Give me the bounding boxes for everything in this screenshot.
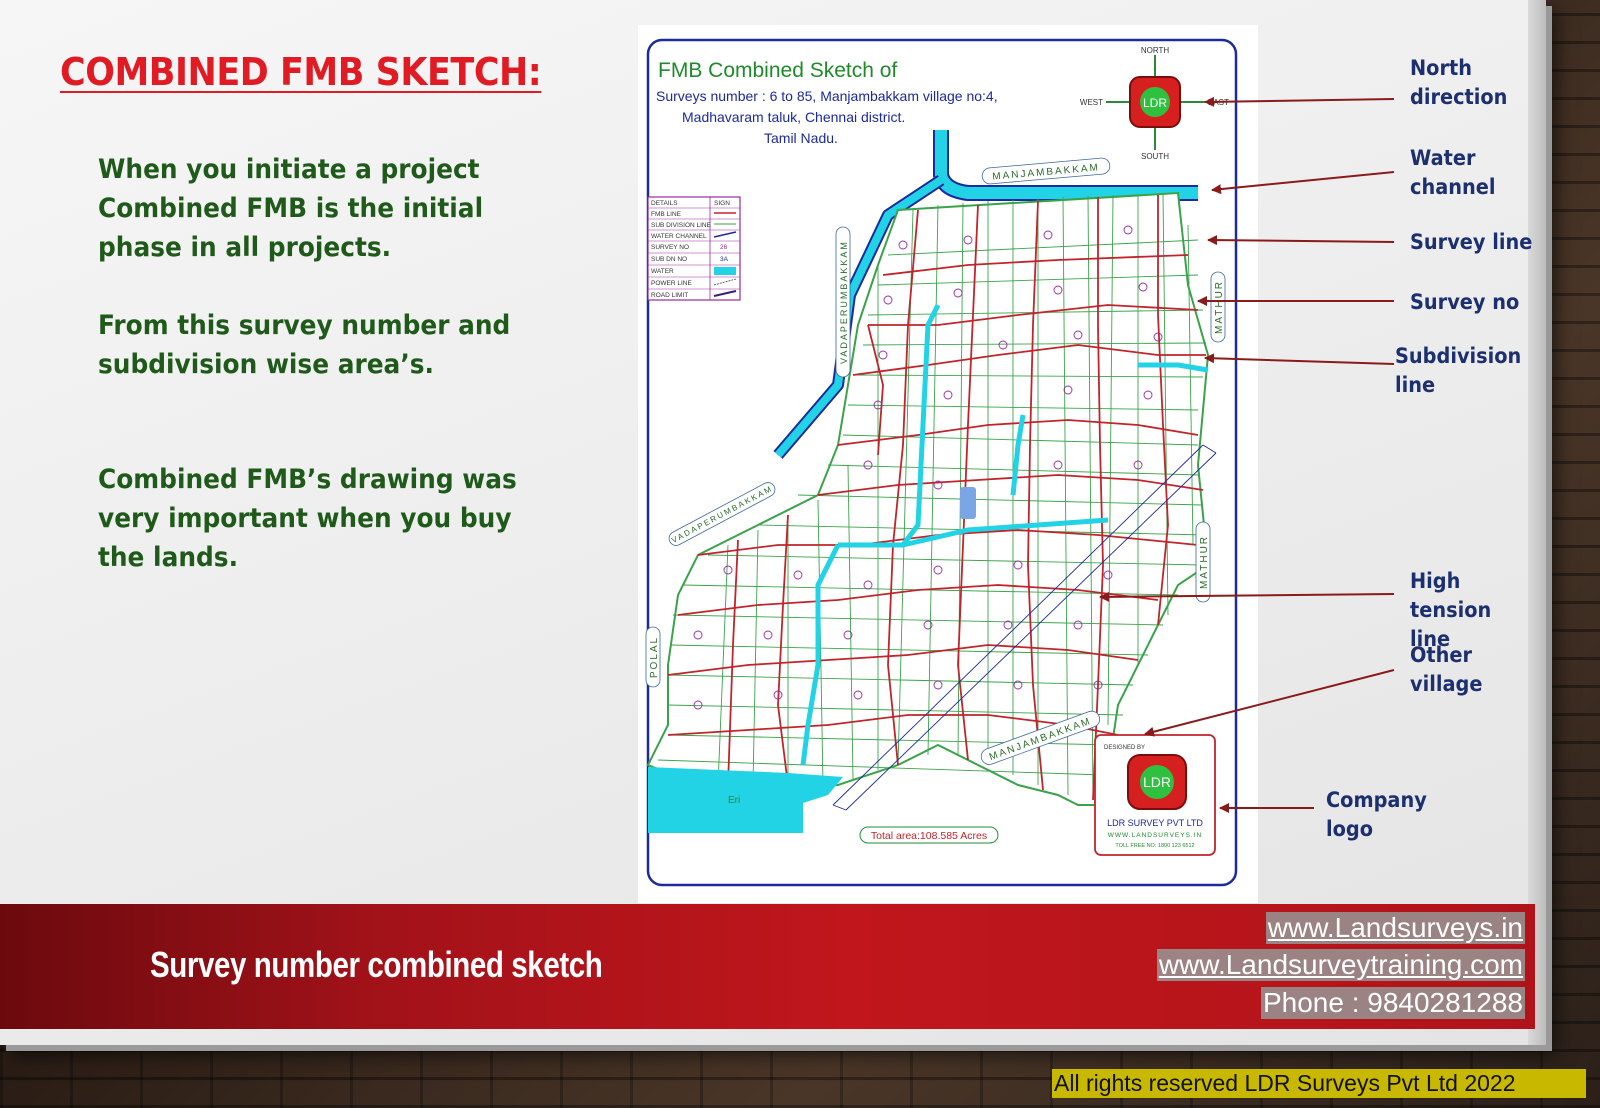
- legend-header-details: DETAILS: [651, 200, 678, 207]
- importance-paragraph: Combined FMB’s drawing was very importan…: [98, 464, 517, 573]
- map-subtitle-line-2: Madhavaram taluk, Chennai district.: [682, 109, 905, 125]
- slide: COMBINED FMB SKETCH: When you initiate a…: [0, 0, 1546, 1045]
- village-label-top: MANJAMBAKKAM: [981, 157, 1111, 185]
- banner-caption: Survey number combined sketch: [150, 944, 603, 985]
- survey-paragraph: From this survey number and subdivision …: [98, 310, 511, 380]
- compass-logo-text: LDR: [1143, 96, 1167, 110]
- map-subtitle-line-1: Surveys number : 6 to 85, Manjambakkam v…: [656, 88, 998, 104]
- map-subtitle-line-3: Tamil Nadu.: [764, 130, 838, 146]
- legend-row-label: SUB DN NO: [651, 256, 687, 263]
- website-link-landsurveytraining[interactable]: www.Landsurveytraining.com: [1156, 949, 1525, 981]
- legend-header-sign: SIGN: [714, 200, 730, 207]
- village-label-left-upper: VADAPERUMBAKKAM: [835, 226, 851, 378]
- intro-paragraph: When you initiate a project Combined FMB…: [98, 154, 484, 263]
- village-label-left-lower: POLAL: [645, 626, 661, 688]
- slide-title: COMBINED FMB SKETCH:: [60, 50, 542, 94]
- ldr-logo-text: LDR: [1143, 774, 1171, 790]
- compass-north-label: NORTH: [1141, 46, 1170, 55]
- legend-row-label: SURVEY NO: [651, 244, 689, 251]
- svg-text:MATHUR: MATHUR: [1199, 535, 1210, 589]
- callout-water-channel: Water channel: [1410, 146, 1496, 199]
- callout-subdivision-line: Subdivision line: [1395, 344, 1522, 397]
- svg-text:Total area:108.585 Acres: Total area:108.585 Acres: [871, 830, 987, 842]
- fmb-sketch-map: FMB Combined Sketch of Surveys number : …: [638, 25, 1258, 903]
- map-heading: FMB Combined Sketch of: [658, 59, 897, 82]
- designed-by-label: DESIGNED BY: [1104, 745, 1145, 751]
- legend-row-label: FMB LINE: [651, 211, 682, 218]
- compass-south-label: SOUTH: [1141, 152, 1169, 161]
- svg-text:VADAPERUMBAKKAM: VADAPERUMBAKKAM: [839, 240, 849, 364]
- legend-row-label: WATER: [651, 268, 674, 275]
- phone-number: Phone : 9840281288: [1260, 987, 1525, 1019]
- legend-subdn-sign: 3A: [720, 256, 729, 263]
- legend-row-label: WATER CHANNEL: [651, 233, 707, 240]
- village-label-right-upper: MATHUR: [1210, 271, 1226, 343]
- footer-banner: Survey number combined sketch www.Landsu…: [0, 904, 1535, 1029]
- slide-edge: [1528, 0, 1546, 1045]
- pond: [960, 487, 976, 519]
- callout-north-direction: North direction: [1410, 56, 1508, 109]
- compass-west-label: WEST: [1080, 98, 1103, 107]
- callout-survey-line: Survey line: [1410, 230, 1533, 254]
- legend-row-label: SUB DIVISION LINE: [651, 222, 712, 229]
- company-website: WWW.LANDSURVEYS.IN: [1108, 832, 1202, 839]
- company-logo-box: DESIGNED BY LDR LDR SURVEY PVT LTD WWW.L…: [1094, 734, 1216, 856]
- eri-label: Eri: [728, 795, 740, 806]
- compass-icon: LDR NORTH SOUTH WEST EAST: [1080, 46, 1229, 161]
- legend-survey-no-sign: 26: [720, 244, 728, 251]
- map-legend: DETAILS SIGN FMB LINE SUB DIVISION LINE …: [647, 196, 741, 301]
- callout-survey-no: Survey no: [1410, 290, 1520, 314]
- svg-text:MATHUR: MATHUR: [1214, 280, 1225, 334]
- eri-water-body: [648, 767, 843, 833]
- svg-text:POLAL: POLAL: [649, 636, 660, 678]
- company-name: LDR SURVEY PVT LTD: [1107, 818, 1203, 828]
- total-area-badge: Total area:108.585 Acres: [859, 826, 999, 844]
- copyright-notice: All rights reserved LDR Surveys Pvt Ltd …: [1052, 1069, 1586, 1098]
- callout-other-village: Other village: [1410, 643, 1483, 696]
- legend-row-label: ROAD LIMIT: [651, 292, 688, 299]
- village-label-right-lower: MATHUR: [1195, 521, 1211, 603]
- callout-company-logo: Company logo: [1326, 788, 1427, 841]
- compass-east-label: EAST: [1208, 98, 1229, 107]
- website-link-landsurveys[interactable]: www.Landsurveys.in: [1265, 912, 1525, 944]
- company-tollfree: TOLL FREE NO: 1800 123 6512: [1115, 843, 1194, 849]
- legend-row-label: POWER LINE: [651, 280, 692, 287]
